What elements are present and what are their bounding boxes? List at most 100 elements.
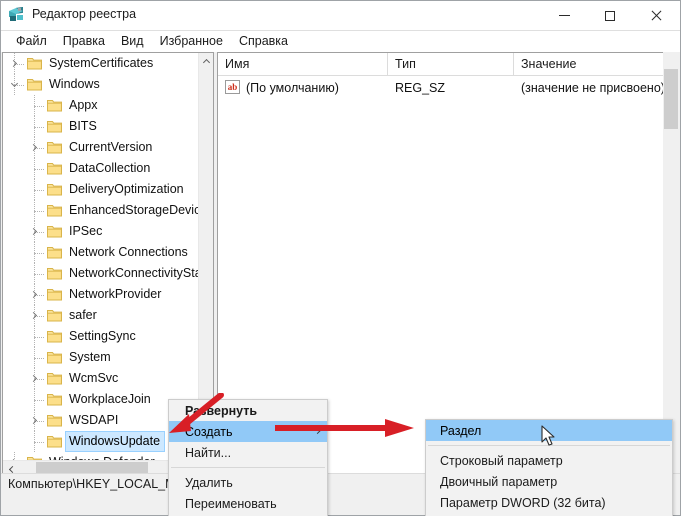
tree-item-label: SettingSync: [69, 329, 136, 343]
status-path: Компьютер\HKEY_LOCAL_M.: [8, 477, 179, 491]
tree-item-deliveryoptimization[interactable]: DeliveryOptimization: [3, 179, 199, 200]
tree-item-network-connections[interactable]: Network Connections: [3, 242, 199, 263]
tree-item-networkconnectivitystatus[interactable]: NetworkConnectivityStatus: [3, 263, 199, 284]
submenu-item-3[interactable]: Параметр DWORD (32 бита): [426, 492, 672, 513]
tree-item-label: DeliveryOptimization: [69, 182, 184, 196]
tree-item-ipsec[interactable]: IPSec: [3, 221, 199, 242]
tree-guide-line: [34, 190, 44, 191]
values-column-headers: Имя Тип Значение: [218, 53, 678, 76]
tree-guide-line: [34, 274, 44, 275]
tree-item-currentversion[interactable]: CurrentVersion: [3, 137, 199, 158]
chevron-right-icon[interactable]: [6, 53, 22, 74]
submenu-item-label: Раздел: [440, 423, 482, 438]
chevron-right-icon[interactable]: [26, 137, 42, 158]
submenu-arrow-icon: [313, 426, 322, 435]
window-vertical-scrollbar[interactable]: [663, 52, 679, 477]
folder-icon: [47, 372, 62, 385]
close-icon[interactable]: [633, 1, 679, 30]
tree-item-networkprovider[interactable]: NetworkProvider: [3, 284, 199, 305]
submenu-item-label: Двоичный параметр: [440, 474, 558, 489]
tree-item-label: IPSec: [69, 224, 103, 238]
tree-guide-line: [34, 442, 44, 443]
tree-item-bits[interactable]: BITS: [3, 116, 199, 137]
context-menu: Развернуть Создать Найти... Удалить Переимен…: [168, 399, 328, 516]
menu-item-2[interactable]: Вид: [113, 32, 152, 51]
folder-icon: [47, 309, 62, 322]
menu-item-1[interactable]: Правка: [55, 32, 113, 51]
tree-item-label: Appx: [69, 98, 98, 112]
tree-item-windows[interactable]: Windows: [3, 74, 199, 95]
chevron-right-icon[interactable]: [26, 284, 42, 305]
registry-editor-icon: [8, 6, 25, 24]
chevron-right-icon[interactable]: [26, 221, 42, 242]
chevron-right-icon[interactable]: [26, 305, 42, 326]
folder-icon: [47, 267, 62, 280]
tree-item-appx[interactable]: Appx: [3, 95, 199, 116]
folder-icon: [47, 288, 62, 301]
scrollbar-thumb[interactable]: [664, 69, 678, 129]
minimize-icon[interactable]: [541, 1, 587, 30]
folder-icon: [27, 78, 42, 91]
tree-guide-line: [34, 106, 44, 107]
tree-item-enhancedstoragedevices[interactable]: EnhancedStorageDevices: [3, 200, 199, 221]
menu-item-0[interactable]: Файл: [8, 32, 55, 51]
folder-icon: [47, 435, 62, 448]
submenu-item-2[interactable]: Двоичный параметр: [426, 471, 672, 492]
tree-item-systemcertificates[interactable]: SystemCertificates: [3, 53, 199, 74]
folder-icon: [47, 330, 62, 343]
tree-item-label: SystemCertificates: [49, 56, 154, 70]
column-header-type[interactable]: Тип: [388, 53, 514, 76]
menu-item-4[interactable]: Справка: [231, 32, 296, 51]
chevron-right-icon[interactable]: [26, 368, 42, 389]
tree-guide-line: [34, 400, 44, 401]
folder-icon: [47, 99, 62, 112]
tree-item-label: NetworkProvider: [69, 287, 162, 301]
value-name: (По умолчанию): [246, 80, 339, 95]
tree-item-safer[interactable]: safer: [3, 305, 199, 326]
tree-item-label: Network Connections: [69, 245, 188, 259]
context-menu-item-2[interactable]: Найти...: [169, 442, 327, 463]
folder-icon: [47, 225, 62, 238]
context-menu-item-0[interactable]: Развернуть: [169, 400, 327, 421]
tree-item-label: DataCollection: [69, 161, 151, 175]
context-menu-item-label: Развернуть: [185, 403, 258, 418]
string-value-icon: ab: [225, 80, 240, 94]
tree-item-label: safer: [69, 308, 97, 322]
tree-item-label: WSDAPI: [69, 413, 119, 427]
tree-item-label: WcmSvc: [69, 371, 119, 385]
tree-item-label: Windows: [49, 77, 100, 91]
context-menu-item-4[interactable]: Переименовать: [169, 493, 327, 514]
tree-guide-line: [34, 253, 44, 254]
context-menu-item-3[interactable]: Удалить: [169, 472, 327, 493]
menu-separator: [171, 467, 325, 468]
context-menu-item-1[interactable]: Создать: [169, 421, 327, 442]
folder-icon: [47, 162, 62, 175]
context-menu-item-label: Удалить: [185, 475, 233, 490]
table-row[interactable]: ab (По умолчанию) REG_SZ (значение не пр…: [218, 77, 678, 98]
tree-item-settingsync[interactable]: SettingSync: [3, 326, 199, 347]
folder-icon: [47, 393, 62, 406]
tree-item-wcmsvc[interactable]: WcmSvc: [3, 368, 199, 389]
folder-icon: [47, 183, 62, 196]
title-bar: Редактор реестра: [1, 1, 680, 31]
tree-guide-line: [34, 211, 44, 212]
registry-editor-window: Редактор реестра Файл Правка Вид Избранное С…: [0, 0, 681, 516]
chevron-down-icon[interactable]: [6, 74, 22, 95]
tree-guide-line: [34, 169, 44, 170]
menu-bar: Файл Правка Вид Избранное Справка: [1, 31, 680, 52]
tree-item-system[interactable]: System: [3, 347, 199, 368]
tree-item-label: CurrentVersion: [69, 140, 153, 154]
folder-icon: [27, 57, 42, 70]
column-header-name[interactable]: Имя: [218, 53, 388, 76]
tree-item-datacollection[interactable]: DataCollection: [3, 158, 199, 179]
scroll-up-icon[interactable]: [199, 53, 213, 69]
chevron-right-icon[interactable]: [26, 410, 42, 431]
menu-item-3[interactable]: Избранное: [152, 32, 231, 51]
maximize-icon[interactable]: [587, 1, 633, 30]
folder-icon: [47, 414, 62, 427]
value-data: (значение не присвоено): [521, 80, 665, 95]
tree-guide-line: [34, 358, 44, 359]
column-header-value[interactable]: Значение: [514, 53, 678, 76]
submenu-item-1[interactable]: Строковый параметр: [426, 450, 672, 471]
folder-icon: [47, 204, 62, 217]
